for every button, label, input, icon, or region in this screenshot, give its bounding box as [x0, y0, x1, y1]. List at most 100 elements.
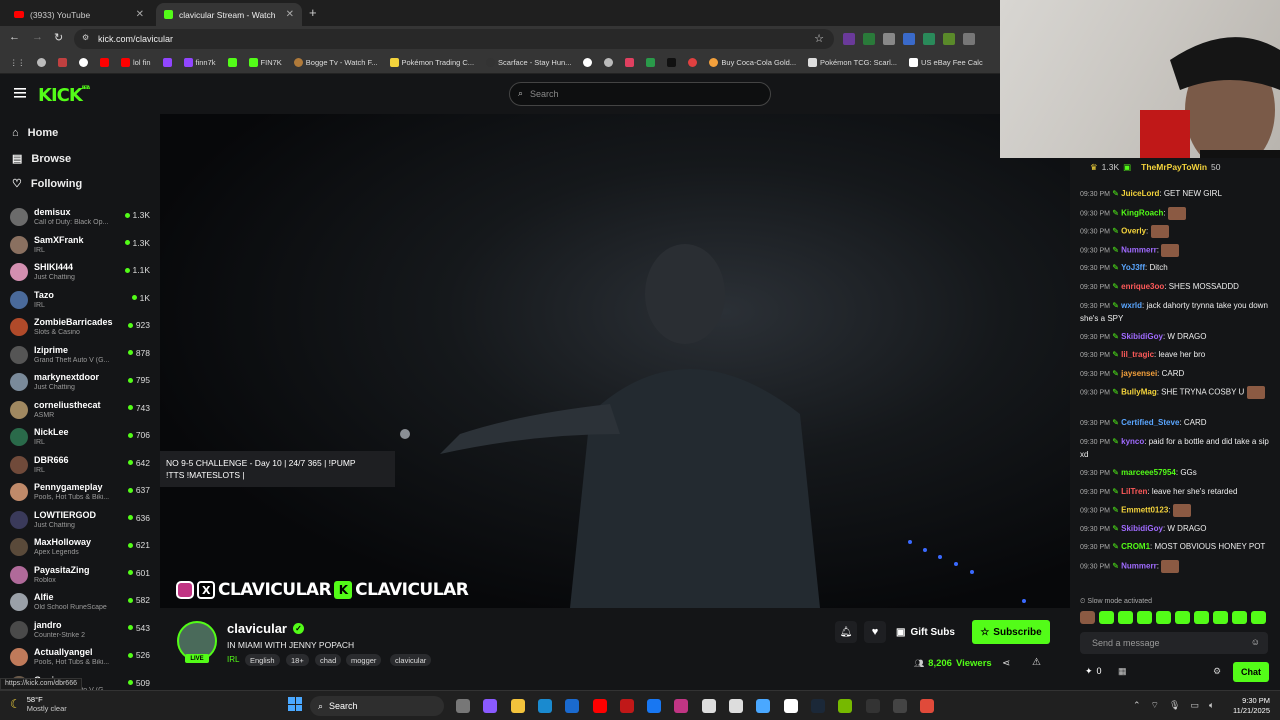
- tag[interactable]: mogger: [346, 654, 382, 666]
- emote-icon[interactable]: [1251, 611, 1266, 624]
- chat-message[interactable]: 09:30 PM ✎ enrique3oo: SHES MOSSADDD: [1080, 281, 1270, 294]
- emote-icon[interactable]: [1156, 611, 1171, 624]
- bookmark-bogge[interactable]: Bogge Tv - Watch F...: [290, 58, 382, 67]
- search-input[interactable]: ⌕ Search: [509, 82, 771, 106]
- weather-widget[interactable]: ☾ 58°F Mostly clear: [10, 695, 67, 713]
- tag[interactable]: English: [245, 654, 280, 666]
- bookmark-icon[interactable]: [96, 58, 113, 67]
- emote-icon[interactable]: [1213, 611, 1228, 624]
- tag[interactable]: clavicular: [390, 654, 432, 666]
- bookmark-pokemon-tcg[interactable]: Pokémon TCG: Scarl...: [804, 58, 901, 67]
- close-tab-icon[interactable]: ✕: [136, 9, 144, 20]
- sidebar-channel[interactable]: NickLee IRL 706: [10, 426, 152, 453]
- taskbar-search[interactable]: ⌕ Search: [310, 696, 444, 716]
- extension-icon[interactable]: [883, 33, 895, 45]
- forward-icon[interactable]: →: [32, 31, 43, 43]
- bookmark-icon[interactable]: [33, 58, 50, 67]
- sidebar-channel[interactable]: Alfie Old School RuneScape 582: [10, 591, 152, 618]
- chat-message[interactable]: 09:30 PM ✎ marceee57954: GGs: [1080, 467, 1270, 480]
- video-player[interactable]: NO 9-5 CHALLENGE - Day 10 | 24/7 365 | !…: [160, 114, 1070, 608]
- points-display[interactable]: ✦ 0: [1085, 666, 1102, 677]
- chat-message[interactable]: 09:30 PM ✎ JuiceLord: GET NEW GIRL: [1080, 188, 1270, 201]
- sidebar-channel[interactable]: LOWTIERGOD Just Chatting 636: [10, 509, 152, 536]
- chat-message[interactable]: 09:30 PM ✎ YoJ3ff: Ditch: [1080, 262, 1270, 275]
- bell-icon[interactable]: 🔔︎: [835, 621, 857, 643]
- sidebar-channel[interactable]: Iziprime Grand Theft Auto V (G... 878: [10, 344, 152, 371]
- sidebar-channel[interactable]: demisux Call of Duty: Black Op... 1.3K: [10, 206, 152, 233]
- apps-icon[interactable]: ⋮⋮: [6, 58, 29, 67]
- instagram-icon[interactable]: [674, 699, 689, 713]
- bookmark-fin7k[interactable]: FIN7K: [245, 58, 286, 67]
- report-icon[interactable]: ⚠: [1032, 657, 1041, 668]
- settings-icon[interactable]: ⚙: [1213, 666, 1221, 677]
- bookmark-icon[interactable]: [224, 58, 241, 67]
- sidebar-channel[interactable]: MaxHolloway Apex Legends 621: [10, 536, 152, 563]
- steam-icon[interactable]: [810, 699, 825, 713]
- chat-message[interactable]: 09:30 PM ✎ LilTren: leave her she's reta…: [1080, 486, 1270, 499]
- sidebar-channel[interactable]: Tazo IRL 1K: [10, 289, 152, 316]
- extension-icon[interactable]: [923, 33, 935, 45]
- kick-logo[interactable]: KICKBETA: [38, 85, 90, 106]
- app-icon[interactable]: [892, 699, 907, 713]
- chat-message[interactable]: 09:30 PM ✎ Nummerr:: [1080, 560, 1270, 574]
- windows-start-icon[interactable]: [288, 697, 302, 711]
- sidebar-channel[interactable]: jandro Counter-Strike 2 543: [10, 619, 152, 646]
- edge-icon[interactable]: [537, 699, 552, 713]
- sidebar-channel[interactable]: ZombieBarricades Slots & Casino 923: [10, 316, 152, 343]
- bookmark-icon[interactable]: [600, 58, 617, 67]
- chat-message[interactable]: 09:30 PM ✎ KingRoach:: [1080, 206, 1270, 221]
- extension-icon[interactable]: [963, 33, 975, 45]
- chrome-icon[interactable]: [920, 699, 935, 713]
- bookmark-icon[interactable]: [75, 58, 92, 67]
- emoji-icon[interactable]: ☺: [1251, 637, 1260, 647]
- extension-icon[interactable]: [903, 33, 915, 45]
- bookmark-icon[interactable]: [54, 58, 71, 67]
- chat-message[interactable]: 09:30 PM ✎ Certified_Steve: CARD: [1080, 417, 1270, 430]
- outlook-icon[interactable]: [565, 699, 580, 713]
- chat-message[interactable]: 09:30 PM ✎ Emmett0123:: [1080, 504, 1270, 518]
- follow-heart-icon[interactable]: ♥: [864, 621, 886, 643]
- stream-category[interactable]: IRL: [227, 655, 239, 664]
- tab-youtube[interactable]: (3933) YouTube ✕: [6, 3, 152, 26]
- address-bar[interactable]: ⚙ kick.com/clavicular ☆: [74, 29, 834, 49]
- facebook-icon[interactable]: [647, 699, 662, 713]
- nav-browse[interactable]: ▤ Browse: [12, 152, 71, 166]
- chat-message[interactable]: 09:30 PM ✎ Nummerr:: [1080, 243, 1270, 258]
- chat-message[interactable]: 09:30 PM ✎ wxrld: jack dahorty trynna ta…: [1080, 300, 1270, 325]
- emote-icon[interactable]: [1232, 611, 1247, 624]
- chat-message[interactable]: 09:30 PM ✎ Overly:: [1080, 225, 1270, 239]
- sidebar-channel[interactable]: SamXFrank IRL 1.3K: [10, 234, 152, 261]
- chat-message[interactable]: 09:30 PM ✎ CROM1: MOST OBVIOUS HONEY POT: [1080, 541, 1270, 554]
- bookmark-scarface[interactable]: Scarface - Stay Hun...: [482, 58, 575, 67]
- chat-message[interactable]: 09:30 PM ✎ BullyMag: SHE TRYNA COSBY U: [1080, 386, 1270, 400]
- app-icon[interactable]: [619, 699, 634, 713]
- bookmark-icon[interactable]: [642, 58, 659, 67]
- bookmark-icon[interactable]: [579, 58, 596, 67]
- sidebar-channel[interactable]: SHIKI444 Just Chatting 1.1K: [10, 261, 152, 288]
- nvidia-icon[interactable]: [838, 699, 853, 713]
- chat-message[interactable]: 09:30 PM ✎ lil_tragic: leave her bro: [1080, 349, 1270, 362]
- emote-icon[interactable]: [1080, 611, 1095, 624]
- gift-subs-button[interactable]: ▣ Gift Subs: [896, 620, 955, 644]
- tag[interactable]: 18+: [286, 654, 309, 666]
- sidebar-channel[interactable]: DBR666 IRL 642: [10, 454, 152, 481]
- chat-message[interactable]: 09:30 PM ✎ jaysensei: CARD: [1080, 368, 1270, 381]
- system-tray[interactable]: ⌃ ⌔ 🎙︎ ▭ 🔈︎: [1133, 700, 1214, 711]
- store-icon[interactable]: ▦: [1118, 666, 1127, 677]
- tab-kick[interactable]: clavicular Stream - Watch Li ✕: [156, 3, 302, 26]
- back-icon[interactable]: ←: [9, 31, 20, 43]
- sidebar-channel[interactable]: Pennygameplay Pools, Hot Tubs & Biki... 63…: [10, 481, 152, 508]
- chat-message[interactable]: 09:30 PM ✎ kynco: paid for a bottle and …: [1080, 436, 1270, 461]
- sidebar-channel[interactable]: corneliusthecat ASMR 743: [10, 399, 152, 426]
- chat-message[interactable]: 09:30 PM ✎ SkibidiGoy: W DRAGO: [1080, 331, 1270, 344]
- app-icon[interactable]: [701, 699, 716, 713]
- subscribe-button[interactable]: ☆ Subscribe: [972, 620, 1050, 644]
- reload-icon[interactable]: ↻: [54, 31, 63, 44]
- bookmark-finn7k[interactable]: finn7k: [180, 58, 220, 67]
- new-tab-icon[interactable]: +: [309, 5, 317, 20]
- share-icon[interactable]: ⋖: [1002, 658, 1010, 669]
- pinned-gifter[interactable]: ♛ 1.3K ▣ TheMrPayToWin 50: [1090, 158, 1280, 176]
- extension-icon[interactable]: [843, 33, 855, 45]
- bookmark-icon[interactable]: [663, 58, 680, 67]
- bookmark-icon[interactable]: [621, 58, 638, 67]
